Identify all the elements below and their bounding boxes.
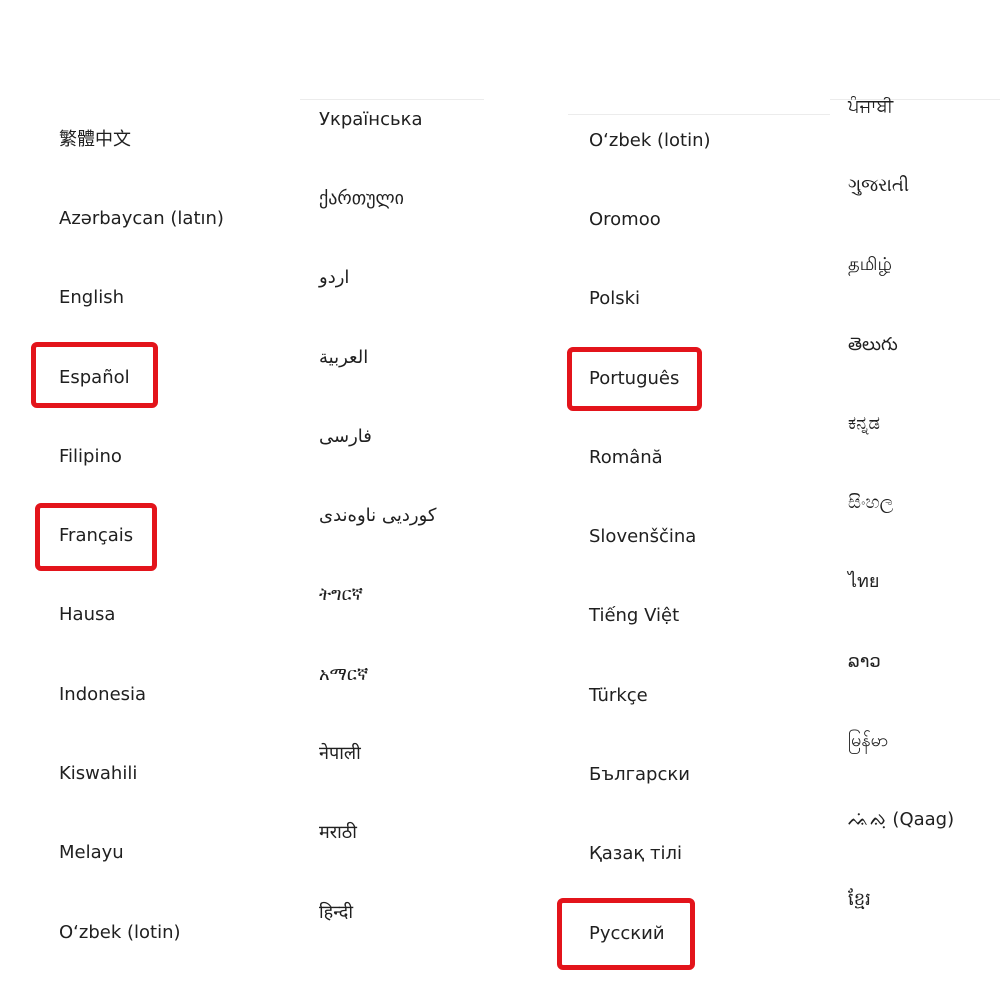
language-option-uzbek[interactable]: O‘zbek (lotin) (568, 101, 830, 180)
language-option-kannada[interactable]: ಕನ್ನಡ (830, 384, 1000, 463)
language-option-central-kurdish[interactable]: کوردیی ناوەندی (300, 476, 568, 555)
language-option-punjabi[interactable]: ਪੰਜਾਬੀ (830, 67, 1000, 146)
language-option-slovenian[interactable]: Slovenščina (568, 497, 830, 576)
language-option-english[interactable]: English (0, 259, 300, 338)
language-option-arabic[interactable]: العربية (300, 318, 568, 397)
language-panel-2: Українська ქართული اردو العربية فارسی کو… (300, 0, 568, 1000)
language-list: Українська ქართული اردو العربية فارسی کو… (300, 80, 568, 952)
language-option-hindi[interactable]: हिन्दी (300, 873, 568, 952)
language-option-bulgarian[interactable]: Български (568, 735, 830, 814)
language-option-tigrinya[interactable]: ትግርኛ (300, 556, 568, 635)
language-option-spanish[interactable]: Español (0, 338, 300, 417)
language-option-russian[interactable]: Русский (568, 894, 830, 973)
language-option-sinhala[interactable]: සිංහල (830, 463, 1000, 542)
language-option-thai[interactable]: ไทย (830, 543, 1000, 622)
language-panel-1: 繁體中文 Azərbaycan (latın) English Español … (0, 0, 300, 1000)
language-option-hausa[interactable]: Hausa (0, 576, 300, 655)
language-option-gujarati[interactable]: ગુજરાતી (830, 146, 1000, 225)
language-option-nepali[interactable]: नेपाली (300, 714, 568, 793)
language-option-malay[interactable]: Melayu (0, 814, 300, 893)
language-option-burmese[interactable]: မြန်မာ (830, 701, 1000, 780)
language-list: ਪੰਜਾਬੀ ગુજરાતી தமிழ் తెలుగు ಕನ್ನಡ සිංහල … (830, 67, 1000, 939)
language-panel-4: ਪੰਜਾਬੀ ગુજરાતી தமிழ் తెలుగు ಕನ್ನಡ සිංහල … (830, 0, 1000, 1000)
language-option-indonesian[interactable]: Indonesia (0, 655, 300, 734)
language-option-uzbek[interactable]: O‘zbek (lotin) (0, 893, 300, 972)
language-option-vietnamese[interactable]: Tiếng Việt (568, 577, 830, 656)
language-option-turkish[interactable]: Türkçe (568, 656, 830, 735)
language-option-french[interactable]: Français (0, 496, 300, 575)
language-option-ukrainian[interactable]: Українська (300, 80, 568, 159)
language-option-kazakh[interactable]: Қазақ тілі (568, 815, 830, 894)
language-option-georgian[interactable]: ქართული (300, 159, 568, 238)
language-option-persian[interactable]: فارسی (300, 397, 568, 476)
language-option-filipino[interactable]: Filipino (0, 417, 300, 496)
language-option-portuguese[interactable]: Português (568, 339, 830, 418)
language-option-oromo[interactable]: Oromoo (568, 180, 830, 259)
language-option-lao[interactable]: ລາວ (830, 622, 1000, 701)
language-option-amharic[interactable]: አማርኛ (300, 635, 568, 714)
language-option-qaag[interactable]: ᨕᨗᨁᨘ (Qaag) (830, 781, 1000, 860)
language-panel-3: O‘zbek (lotin) Oromoo Polski Português R… (568, 0, 830, 1000)
language-option-khmer[interactable]: ខ្មែរ (830, 860, 1000, 939)
language-option-tamil[interactable]: தமிழ் (830, 226, 1000, 305)
language-option-marathi[interactable]: मराठी (300, 794, 568, 873)
language-option-romanian[interactable]: Română (568, 418, 830, 497)
language-option-polish[interactable]: Polski (568, 260, 830, 339)
language-option-azerbaijani[interactable]: Azərbaycan (latın) (0, 179, 300, 258)
language-option-telugu[interactable]: తెలుగు (830, 305, 1000, 384)
language-option-swahili[interactable]: Kiswahili (0, 734, 300, 813)
language-option-traditional-chinese[interactable]: 繁體中文 (0, 100, 300, 179)
language-list: O‘zbek (lotin) Oromoo Polski Português R… (568, 101, 830, 973)
language-option-urdu[interactable]: اردو (300, 239, 568, 318)
language-list: 繁體中文 Azərbaycan (latın) English Español … (0, 100, 300, 972)
